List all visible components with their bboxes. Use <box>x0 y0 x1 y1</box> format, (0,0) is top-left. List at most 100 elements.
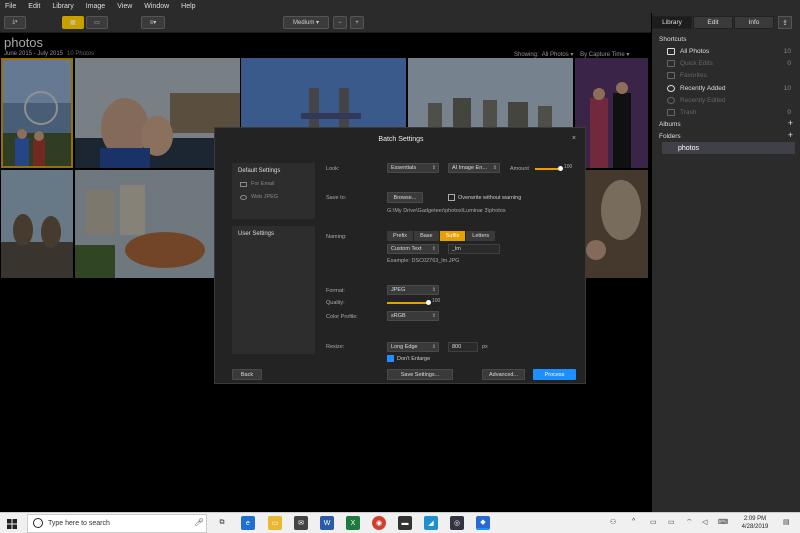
overwrite-checkbox[interactable] <box>448 194 455 201</box>
shortcut-label: Recently Added <box>680 85 726 92</box>
quality-slider[interactable] <box>387 300 431 305</box>
user-settings-heading: User Settings <box>238 231 275 237</box>
shortcut-all-photos[interactable]: All Photos 10 <box>667 46 797 57</box>
keyboard-icon[interactable]: ⌨ <box>718 518 728 526</box>
people-icon[interactable]: ⚇ <box>610 518 616 526</box>
taskbar-search-input[interactable]: Type here to search <box>27 514 207 533</box>
shortcut-label: Quick Edits <box>680 60 713 67</box>
px-unit: px <box>482 344 488 350</box>
tab-info[interactable]: Info <box>734 16 774 29</box>
windows-start-icon[interactable] <box>7 519 17 529</box>
advanced-button[interactable]: Advanced... <box>482 369 525 380</box>
edge-icon[interactable]: e <box>241 516 255 530</box>
single-view-button[interactable]: ▭ <box>86 16 108 29</box>
quality-slider-knob[interactable] <box>426 300 431 305</box>
shortcut-recently-added[interactable]: Recently Added 10 <box>667 83 797 94</box>
albums-heading[interactable]: Albums <box>659 121 681 128</box>
taskbar-clock[interactable]: 2:09 PM 4/28/2019 <box>735 515 775 531</box>
save-settings-button[interactable]: Save Settings... <box>387 369 453 380</box>
cortana-icon[interactable] <box>33 518 43 528</box>
grid-view-button[interactable]: ▦ <box>62 16 84 29</box>
amount-slider-knob[interactable] <box>558 166 563 171</box>
shortcut-favorites[interactable]: Favorites <box>667 70 797 81</box>
shortcut-trash[interactable]: Trash 0 <box>667 107 797 118</box>
clock-date: 4/28/2019 <box>741 524 769 530</box>
photos-icon <box>667 48 675 55</box>
color-profile-select[interactable]: sRGB <box>387 311 439 321</box>
naming-tab-letters[interactable]: Letters <box>466 231 497 241</box>
excel-icon[interactable]: X <box>346 516 360 530</box>
sort-menu-button[interactable]: ≡▾ <box>141 16 165 29</box>
preset-label: For Email <box>251 181 275 187</box>
menu-file[interactable]: File <box>5 3 16 10</box>
notification-icon[interactable]: ▤ <box>783 518 790 526</box>
close-icon[interactable]: × <box>572 135 576 142</box>
folder-item-photos[interactable]: photos <box>662 142 795 154</box>
menu-image[interactable]: Image <box>86 3 105 10</box>
shortcut-recently-edited[interactable]: Recently Edited <box>667 95 797 106</box>
default-settings-heading: Default Settings <box>238 168 281 174</box>
luminar-window: File Edit Library Image View Window Help… <box>0 0 800 533</box>
luminar-icon[interactable]: ◆ <box>476 516 490 530</box>
task-view-icon[interactable]: ⧉ <box>215 516 229 530</box>
suffix-input[interactable]: _lm <box>448 244 500 254</box>
format-select[interactable]: JPEG <box>387 285 439 295</box>
look-select[interactable]: Essentials <box>387 163 439 173</box>
back-button[interactable]: Back <box>232 369 262 380</box>
menu-view[interactable]: View <box>117 3 132 10</box>
naming-tab-prefix[interactable]: Prefix <box>387 231 415 241</box>
zoom-in-button[interactable]: + <box>350 16 364 29</box>
ai-preset-select[interactable]: AI Image En... <box>448 163 500 173</box>
save-path: G:\My Drive\Gadgeteer\photos\Luminar 3\p… <box>387 208 506 214</box>
zoom-out-button[interactable]: − <box>333 16 347 29</box>
format-label: Format: <box>326 288 345 294</box>
folders-heading[interactable]: Folders <box>659 133 681 140</box>
naming-label: Naming: <box>326 234 347 240</box>
screen-icon[interactable]: ▭ <box>650 518 657 526</box>
volume-icon[interactable]: ◁ <box>702 518 707 526</box>
app-icon[interactable]: ▬ <box>398 516 412 530</box>
word-icon[interactable]: W <box>320 516 334 530</box>
preset-web-jpeg[interactable]: Web JPEG <box>240 194 278 200</box>
add-folder-icon[interactable]: + <box>788 130 793 140</box>
chevron-up-icon[interactable]: ^ <box>632 518 635 525</box>
menu-bar: File Edit Library Image View Window Help <box>0 0 800 13</box>
dont-enlarge-checkbox[interactable] <box>387 355 394 362</box>
battery-icon[interactable]: ▭ <box>668 518 675 526</box>
browse-button[interactable]: Browse... <box>387 192 423 203</box>
import-button[interactable]: ⤓▾ <box>4 16 26 29</box>
mail-icon <box>240 181 247 187</box>
shortcut-label: Trash <box>680 109 697 116</box>
process-button[interactable]: Process <box>533 369 576 380</box>
mail-app-icon[interactable]: ✉ <box>294 516 308 530</box>
add-album-icon[interactable]: + <box>788 118 793 128</box>
menu-help[interactable]: Help <box>181 3 195 10</box>
microphone-icon[interactable]: 🎤︎ <box>194 518 204 527</box>
wifi-icon[interactable]: ⌔ <box>686 518 693 527</box>
menu-window[interactable]: Window <box>144 3 169 10</box>
naming-tab-suffix[interactable]: Suffix <box>439 231 467 241</box>
zoom-select[interactable]: Medium ▾ <box>283 16 329 29</box>
naming-type-select[interactable]: Custom Text <box>387 244 439 254</box>
menu-edit[interactable]: Edit <box>28 3 40 10</box>
tab-edit[interactable]: Edit <box>693 16 733 29</box>
file-explorer-icon[interactable]: ▭ <box>268 516 282 530</box>
chrome-icon[interactable]: ◉ <box>372 516 386 530</box>
shortcut-quick-edits[interactable]: Quick Edits 0 <box>667 58 797 69</box>
search-placeholder: Type here to search <box>48 520 110 527</box>
share-icon[interactable]: ⇪ <box>778 16 792 29</box>
right-panel: Library Edit Info ⇪ Shortcuts All Photos… <box>652 13 800 512</box>
preset-for-email[interactable]: For Email <box>240 181 275 187</box>
app-icon[interactable]: ◎ <box>450 516 464 530</box>
resize-px-input[interactable]: 800 <box>448 342 478 352</box>
naming-tab-base[interactable]: Base <box>414 231 440 241</box>
quality-label: Quality: <box>326 300 345 306</box>
shortcut-count: 0 <box>787 109 791 116</box>
menu-library[interactable]: Library <box>52 3 73 10</box>
amount-slider[interactable] <box>535 166 563 171</box>
preset-label: Web JPEG <box>251 194 279 200</box>
tab-library[interactable]: Library <box>652 16 692 29</box>
shortcut-label: Favorites <box>680 72 707 79</box>
resize-select[interactable]: Long Edge <box>387 342 439 352</box>
app-icon[interactable]: ◢ <box>424 516 438 530</box>
